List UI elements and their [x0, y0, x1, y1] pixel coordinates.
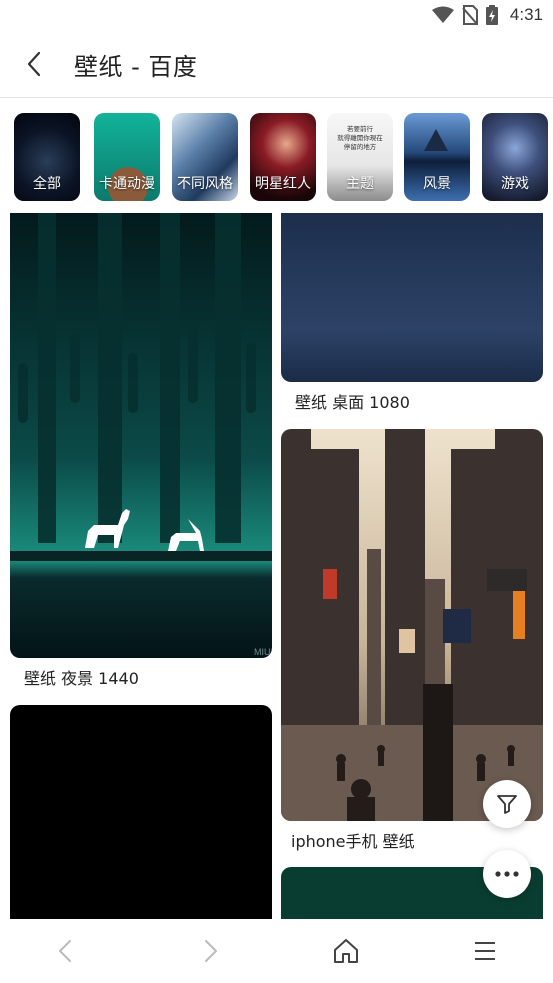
category-theme[interactable]: 若要前行 就得離開你現在 停留的地方 主题 — [327, 113, 393, 201]
caption-ocean: 壁纸 桌面 1080 — [295, 393, 410, 412]
category-games[interactable]: 游戏 — [482, 113, 548, 201]
night-forest-image: MIUI — [10, 213, 272, 658]
nav-back-button[interactable] — [47, 933, 83, 969]
filter-button[interactable] — [483, 780, 531, 828]
battery-charging-icon — [485, 5, 498, 25]
caption-night-forest: 壁纸 夜景 1440 — [24, 669, 139, 688]
nav-home-button[interactable] — [328, 933, 364, 969]
theme-thumb-text: 若要前行 就得離開你現在 停留的地方 — [337, 125, 383, 151]
category-all[interactable]: 全部 — [14, 113, 80, 201]
more-horizontal-icon — [495, 871, 519, 877]
category-label: 全部 — [33, 176, 61, 192]
ocean-image — [281, 213, 543, 382]
chevron-left-icon — [27, 51, 41, 77]
status-icons: 4:31 — [431, 5, 543, 25]
forward-arrow-icon — [205, 940, 217, 962]
category-label: 风景 — [423, 176, 451, 192]
wifi-icon — [431, 6, 454, 23]
caption-city: iphone手机 壁纸 — [291, 832, 415, 851]
category-label: 主题 — [346, 176, 374, 192]
wallpaper-card-ocean[interactable] — [281, 213, 543, 382]
city-street-image — [281, 429, 543, 821]
category-cartoon[interactable]: 卡通动漫 — [94, 113, 160, 201]
category-scenery[interactable]: 风景 — [404, 113, 470, 201]
wallpaper-card-city[interactable] — [281, 429, 543, 821]
home-icon — [334, 939, 358, 963]
menu-icon — [475, 942, 495, 960]
category-label: 卡通动漫 — [99, 176, 155, 192]
status-time: 4:31 — [509, 5, 543, 24]
no-sim-icon — [462, 5, 478, 25]
wallpaper-card-black[interactable] — [10, 705, 272, 919]
category-celebrity[interactable]: 明星红人 — [250, 113, 316, 201]
back-button[interactable] — [18, 48, 50, 80]
back-arrow-icon — [59, 940, 71, 962]
nav-forward-button[interactable] — [193, 933, 229, 969]
category-label: 明星红人 — [255, 176, 311, 192]
wallpaper-card-night-forest[interactable]: MIUI — [10, 213, 272, 658]
category-styles[interactable]: 不同风格 — [172, 113, 238, 201]
black-wallpaper-image — [10, 705, 272, 919]
nav-menu-button[interactable] — [467, 933, 503, 969]
category-label: 不同风格 — [177, 176, 233, 192]
status-bar: 4:31 — [0, 0, 553, 32]
bottom-nav — [0, 919, 553, 983]
filter-icon — [497, 795, 517, 814]
page-title: 壁纸 - 百度 — [74, 53, 198, 81]
category-strip: 全部 卡通动漫 不同风格 明星红人 若要前行 就得離開你現在 停留的地方 主题 … — [0, 99, 553, 213]
header: 壁纸 - 百度 — [0, 32, 553, 98]
wallpaper-feed: MIUI 壁纸 夜景 1440 壁纸 桌面 1080 iphone手机 壁纸 — [0, 213, 553, 919]
more-button[interactable] — [483, 850, 531, 898]
category-label: 游戏 — [501, 176, 529, 192]
miui-watermark: MIUI — [254, 647, 272, 657]
